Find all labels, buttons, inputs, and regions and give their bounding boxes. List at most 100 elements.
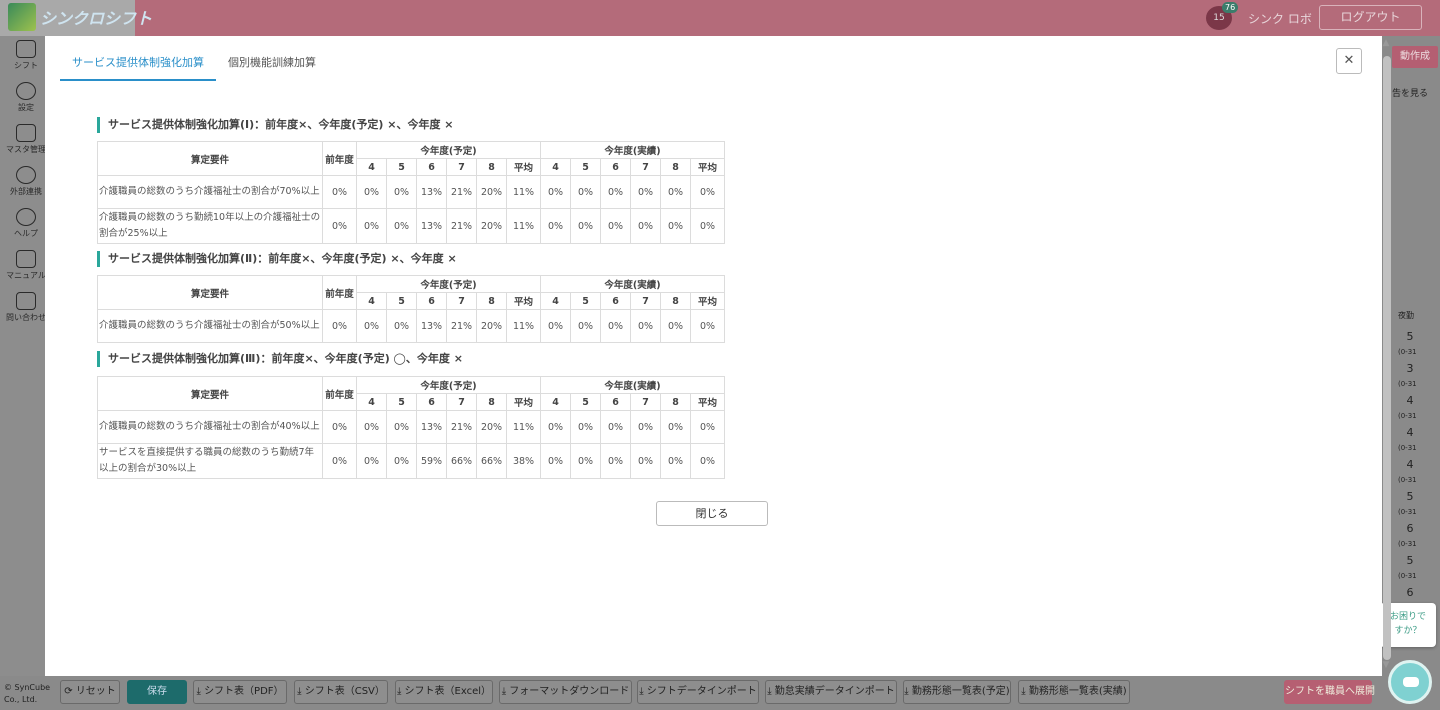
- cloud-icon: [16, 166, 36, 184]
- sidebar-item-label: マニュアル: [6, 271, 46, 280]
- table-header-row: 算定要件 前年度 今年度(予定) 今年度(実績): [97, 376, 725, 411]
- actual-value: 0%: [660, 443, 691, 479]
- requirement-label: 介護職員の総数のうち介護福祉士の割合が50%以上: [97, 309, 323, 343]
- chatbot-icon[interactable]: [1388, 660, 1432, 704]
- cell-value: 6: [1406, 522, 1414, 535]
- plan-value: 11%: [506, 208, 541, 244]
- format-download-button[interactable]: ⤓ フォーマットダウンロード: [499, 680, 632, 704]
- requirements-table: 算定要件 前年度 今年度(予定) 今年度(実績) 4 5 6 7 8 平均 4 5 6 7 8 平均 介護職員の…: [97, 275, 725, 343]
- header-month: 7: [446, 158, 477, 176]
- plan-value: 21%: [446, 410, 477, 444]
- actual-value: 0%: [690, 443, 725, 479]
- requirement-label: 介護職員の総数のうち介護福祉士の割合が40%以上: [97, 410, 323, 444]
- scrollbar-thumb[interactable]: [1383, 56, 1391, 660]
- export-csv-button[interactable]: ⤓ シフト表（CSV）: [294, 680, 388, 704]
- scroll-up-icon[interactable]: ▲: [1381, 38, 1391, 48]
- header-prev-year: 前年度: [322, 141, 357, 176]
- close-button[interactable]: 閉じる: [656, 501, 768, 526]
- actual-value: 0%: [630, 309, 661, 343]
- header-month: 8: [476, 158, 507, 176]
- reset-button[interactable]: ⟳ リセット: [60, 680, 120, 704]
- plan-value: 13%: [416, 309, 447, 343]
- notification-badge: 76: [1222, 2, 1239, 13]
- reset-label: リセット: [75, 686, 116, 697]
- copyright-line: Co., Ltd.: [4, 695, 38, 704]
- tab-individual-training[interactable]: 個別機能訓練加算: [216, 48, 328, 81]
- plan-value: 38%: [506, 443, 541, 479]
- header-plan: 今年度(予定): [356, 141, 541, 159]
- actual-value: 0%: [630, 443, 661, 479]
- actual-value: 0%: [570, 410, 601, 444]
- work-list-plan-label: 勤務形態一覧表(予定): [911, 686, 1010, 697]
- plan-value: 0%: [386, 443, 417, 479]
- header-month: 平均: [690, 158, 725, 176]
- section-title: サービス提供体制強化加算(Ⅰ)：前年度×、今年度(予定) ×、今年度 ×: [97, 117, 454, 133]
- header-month: 8: [660, 393, 691, 411]
- shift-import-button[interactable]: ⤓ シフトデータインポート: [637, 680, 759, 704]
- prev-year-value: 0%: [322, 443, 357, 479]
- export-csv-label: シフト表（CSV）: [304, 686, 385, 697]
- export-excel-label: シフト表（Excel）: [404, 686, 492, 697]
- chatbot-face-icon: [1403, 677, 1419, 687]
- auto-create-button[interactable]: 動作成: [1392, 46, 1438, 68]
- cell-sub: (0-31: [1398, 444, 1417, 452]
- table-row: サービスを直接提供する職員の総数のうち勤続7年以上の割合が30%以上 0% 0% 0%…: [97, 443, 725, 479]
- header-month: 平均: [506, 158, 541, 176]
- app-logo[interactable]: シンクロシフト: [8, 3, 152, 31]
- attendance-import-button[interactable]: ⤓ 勤怠実績データインポート: [765, 680, 897, 704]
- plan-value: 0%: [386, 309, 417, 343]
- plan-value: 0%: [386, 175, 417, 209]
- cell-value: 5: [1406, 330, 1414, 343]
- plan-value: 66%: [476, 443, 507, 479]
- actual-value: 0%: [690, 208, 725, 244]
- close-icon[interactable]: ✕: [1336, 48, 1362, 74]
- tab-bar: サービス提供体制強化加算 個別機能訓練加算: [60, 48, 328, 81]
- cell-value: 5: [1406, 490, 1414, 503]
- actual-value: 0%: [660, 309, 691, 343]
- view-notice-link[interactable]: 告を見る: [1392, 86, 1428, 99]
- export-excel-button[interactable]: ⤓ シフト表（Excel）: [395, 680, 493, 704]
- plan-value: 13%: [416, 175, 447, 209]
- actual-value: 0%: [570, 443, 601, 479]
- export-pdf-button[interactable]: ⤓ シフト表（PDF）: [193, 680, 287, 704]
- logo-text: シンクロシフト: [40, 9, 153, 28]
- header-requirement: 算定要件: [97, 141, 323, 176]
- header-month: 5: [570, 292, 601, 310]
- header-month: 8: [476, 292, 507, 310]
- header-requirement: 算定要件: [97, 376, 323, 411]
- plan-value: 21%: [446, 309, 477, 343]
- actual-value: 0%: [690, 309, 725, 343]
- work-list-plan-button[interactable]: ⤓ 勤務形態一覧表(予定): [903, 680, 1011, 704]
- plan-value: 21%: [446, 175, 477, 209]
- header-month: 7: [630, 292, 661, 310]
- header-month: 7: [446, 292, 477, 310]
- requirement-label: サービスを直接提供する職員の総数のうち勤続7年以上の割合が30%以上: [97, 443, 323, 479]
- user-name: シンク ロボ: [1248, 12, 1312, 26]
- requirement-label: 介護職員の総数のうち介護福祉士の割合が70%以上: [97, 175, 323, 209]
- header-month: 4: [540, 292, 571, 310]
- scroll-down-icon[interactable]: ▼: [1381, 660, 1391, 670]
- plan-value: 59%: [416, 443, 447, 479]
- requirement-label: 介護職員の総数のうち勤続10年以上の介護福祉士の割合が25%以上: [97, 208, 323, 244]
- header-month: 平均: [690, 393, 725, 411]
- header-month: 5: [570, 158, 601, 176]
- cell-sub: (0-31: [1398, 476, 1417, 484]
- shift-import-label: シフトデータインポート: [646, 686, 757, 697]
- actual-value: 0%: [690, 175, 725, 209]
- actual-value: 0%: [630, 410, 661, 444]
- save-button[interactable]: 保存: [127, 680, 187, 704]
- sidebar-item-label: 問い合わせ: [6, 313, 46, 322]
- header-month: 平均: [690, 292, 725, 310]
- copyright: © SynCube Co., Ltd.: [4, 682, 50, 706]
- work-list-actual-button[interactable]: ⤓ 勤務形態一覧表(実績): [1018, 680, 1130, 704]
- header-actual: 今年度(実績): [540, 376, 725, 394]
- tab-service-enhancement[interactable]: サービス提供体制強化加算: [60, 48, 216, 81]
- header-month: 8: [660, 292, 691, 310]
- table-row: 介護職員の総数のうち介護福祉士の割合が50%以上 0% 0% 0% 13% 21% 20% 1…: [97, 309, 725, 343]
- deploy-to-staff-button[interactable]: シフトを職員へ展開: [1284, 680, 1375, 704]
- logout-button[interactable]: ログアウト: [1319, 5, 1422, 30]
- header-month: 4: [356, 292, 387, 310]
- actual-value: 0%: [540, 208, 571, 244]
- sidebar-item-label: シフト: [14, 61, 38, 70]
- header-month: 平均: [506, 292, 541, 310]
